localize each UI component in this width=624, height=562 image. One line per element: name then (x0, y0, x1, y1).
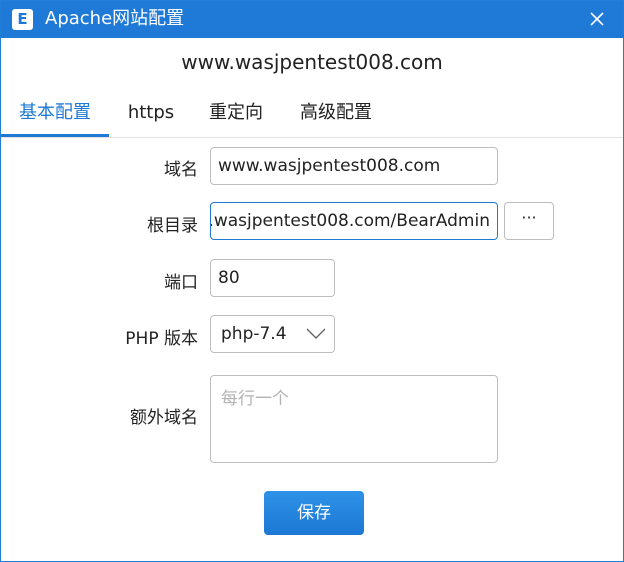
port-input[interactable]: 80 (210, 259, 335, 297)
domain-input[interactable]: www.wasjpentest008.com (210, 147, 498, 185)
app-icon: E (12, 9, 33, 30)
chevron-down-icon (306, 328, 326, 339)
tab-basic-config[interactable]: 基本配置 (1, 89, 109, 137)
php-version-label: PHP 版本 (125, 329, 198, 349)
apache-config-window: E Apache网站配置 www.wasjpentest008.com 基本配置… (0, 0, 624, 562)
save-button[interactable]: 保存 (264, 491, 364, 535)
close-button[interactable] (585, 7, 609, 31)
domain-value: www.wasjpentest008.com (218, 156, 441, 176)
port-value: 80 (218, 268, 240, 288)
tab-bar: 基本配置 https 重定向 高级配置 (1, 89, 623, 138)
root-dir-input[interactable]: /.wasjpentest008.com/BearAdmin (210, 202, 498, 240)
port-label: 端口 (164, 273, 198, 293)
title-bar[interactable]: E Apache网站配置 (1, 1, 623, 38)
php-version-value: php-7.4 (221, 324, 287, 344)
root-dir-value: /.wasjpentest008.com/BearAdmin (210, 211, 490, 231)
site-heading: www.wasjpentest008.com (181, 50, 443, 74)
root-dir-label: 根目录 (147, 216, 198, 236)
extra-domains-placeholder: 每行一个 (221, 389, 289, 409)
tab-redirect[interactable]: 重定向 (201, 89, 271, 136)
extra-domains-label: 额外域名 (130, 408, 198, 428)
php-version-select[interactable]: php-7.4 (210, 315, 335, 353)
close-icon (590, 12, 604, 26)
extra-domains-textarea[interactable]: 每行一个 (210, 375, 498, 463)
tab-advanced-config[interactable]: 高级配置 (291, 89, 381, 136)
window-title: Apache网站配置 (45, 8, 185, 29)
browse-button[interactable]: ··· (504, 202, 554, 240)
domain-label: 域名 (164, 160, 198, 180)
tab-https[interactable]: https (121, 89, 181, 136)
